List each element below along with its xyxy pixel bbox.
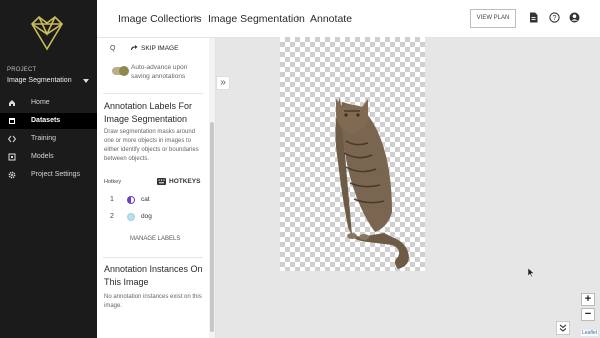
sidebar-item-label: Training (31, 135, 57, 142)
label-hotkey-number: 2 (110, 213, 114, 220)
hotkey-column-header: Hotkey (104, 179, 122, 185)
expand-panel-button[interactable]: » (216, 76, 230, 90)
project-name: Image Segmentation (7, 77, 72, 84)
account-icon[interactable] (569, 12, 580, 23)
breadcrumb-image-segmentation[interactable]: Image Segmentation (208, 13, 305, 25)
labels-section-title: Annotation Labels For Image Segmentation (104, 101, 193, 124)
breadcrumb-separator: › (296, 12, 300, 24)
divider (103, 93, 203, 94)
breadcrumb-image-collections[interactable]: Image Collections (118, 13, 201, 25)
sidebar-item-label: Home (31, 99, 50, 106)
caret-down-icon (83, 79, 89, 83)
sidebar-item-training[interactable]: Training (0, 131, 97, 147)
mouse-cursor-icon (528, 268, 534, 277)
leaflet-attribution-link[interactable]: Leaflet (581, 330, 599, 336)
scroll-down-button[interactable] (556, 321, 570, 335)
instances-section-title: Annotation Instances On This Image (104, 264, 203, 287)
label-color-swatch-dog (127, 213, 135, 221)
project-label: PROJECT (7, 67, 37, 73)
sidebar-item-label: Datasets (31, 117, 61, 124)
manage-labels-button[interactable]: MANAGE LABELS (130, 236, 180, 242)
panel-scrollbar-thumb[interactable] (210, 122, 214, 332)
sidebar-item-label: Models (31, 153, 54, 160)
auto-advance-toggle[interactable] (112, 66, 129, 76)
logo-icon[interactable] (29, 14, 65, 52)
auto-advance-label: Auto-advance upon saving annotations (131, 64, 188, 80)
label-item-cat[interactable]: cat (141, 196, 150, 203)
home-icon (9, 100, 15, 106)
chevron-double-down-icon (559, 324, 567, 332)
sidebar: PROJECT Image Segmentation Home Datasets… (0, 0, 97, 338)
divider (103, 257, 203, 258)
sidebar-item-project-settings[interactable]: Project Settings (0, 167, 97, 183)
document-icon[interactable] (528, 12, 539, 23)
sidebar-item-home[interactable]: Home (0, 95, 97, 111)
cat-image[interactable] (280, 37, 425, 271)
sidebar-item-models[interactable]: Models (0, 149, 97, 165)
skip-hotkey: Q (110, 45, 116, 52)
view-plan-button[interactable]: VIEW PLAN (470, 9, 516, 28)
zoom-out-button[interactable]: − (581, 308, 595, 321)
models-icon (8, 153, 16, 161)
hotkeys-button[interactable]: HOTKEYS (169, 178, 200, 185)
code-icon (8, 135, 16, 143)
instances-empty-message: No annotation instances exist on this im… (104, 294, 202, 309)
sidebar-item-label: Project Settings (31, 171, 81, 178)
redo-icon (131, 45, 138, 50)
skip-image-button[interactable]: SKIP IMAGE (141, 45, 178, 52)
gear-icon (8, 171, 16, 179)
breadcrumb-annotate: Annotate (310, 13, 353, 25)
help-icon[interactable]: ? (549, 12, 560, 23)
keyboard-icon (157, 178, 166, 185)
label-color-swatch-cat (127, 196, 135, 204)
top-bar: Image Collections › Image Segmentation ›… (97, 0, 600, 38)
svg-text:?: ? (553, 15, 557, 22)
sidebar-item-datasets[interactable]: Datasets (0, 113, 97, 129)
datasets-icon (9, 118, 15, 124)
label-hotkey-number: 1 (110, 196, 114, 203)
project-select[interactable]: Image Segmentation (7, 77, 93, 87)
breadcrumb-separator: › (194, 12, 198, 24)
labels-description: Draw segmentation masks around one or mo… (104, 129, 199, 162)
zoom-in-button[interactable]: + (581, 293, 595, 306)
label-item-dog[interactable]: dog (141, 213, 152, 220)
toggle-knob (119, 66, 129, 76)
